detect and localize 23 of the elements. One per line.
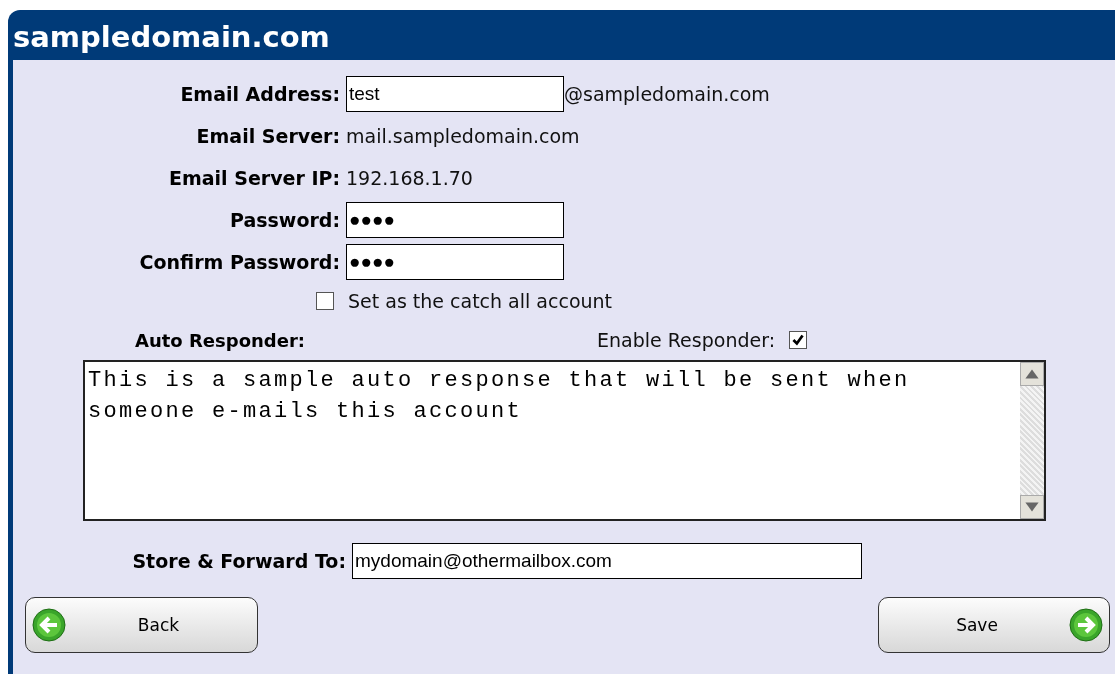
field-label: Email Server:: [195, 125, 341, 147]
field-value: mail.sampledomain.com: [346, 125, 580, 147]
checkbox[interactable]: [789, 331, 808, 349]
field-value: 192.168.1.70: [346, 167, 473, 189]
field-label: Password:: [228, 209, 341, 231]
message-field[interactable]: This is a sample auto response that will be sent when someone e-mails this account: [83, 360, 1046, 521]
field-label: Confirm Password:: [138, 251, 341, 273]
nav-button[interactable]: Save: [878, 597, 1110, 653]
panel-title: sampledomain.com: [13, 20, 330, 54]
checkbox-label: Enable Responder:: [597, 329, 776, 351]
input-field[interactable]: test: [346, 76, 564, 112]
scrollbar[interactable]: [1020, 362, 1044, 519]
input-field[interactable]: ●●●●: [346, 202, 564, 238]
nav-button[interactable]: Back: [25, 597, 258, 653]
field-label: Email Address:: [179, 83, 341, 105]
checkbox[interactable]: [316, 292, 334, 310]
input-field[interactable]: ●●●●: [346, 244, 564, 280]
field-label: Store & Forward To:: [131, 550, 347, 572]
field-label: Email Server IP:: [167, 167, 341, 189]
input-field[interactable]: mydomain@othermailbox.com: [352, 543, 862, 579]
checkbox-label: Set as the catch all account: [348, 290, 613, 312]
domain-suffix: @sampledomain.com: [564, 83, 770, 105]
section-label: Auto Responder:: [135, 329, 306, 351]
